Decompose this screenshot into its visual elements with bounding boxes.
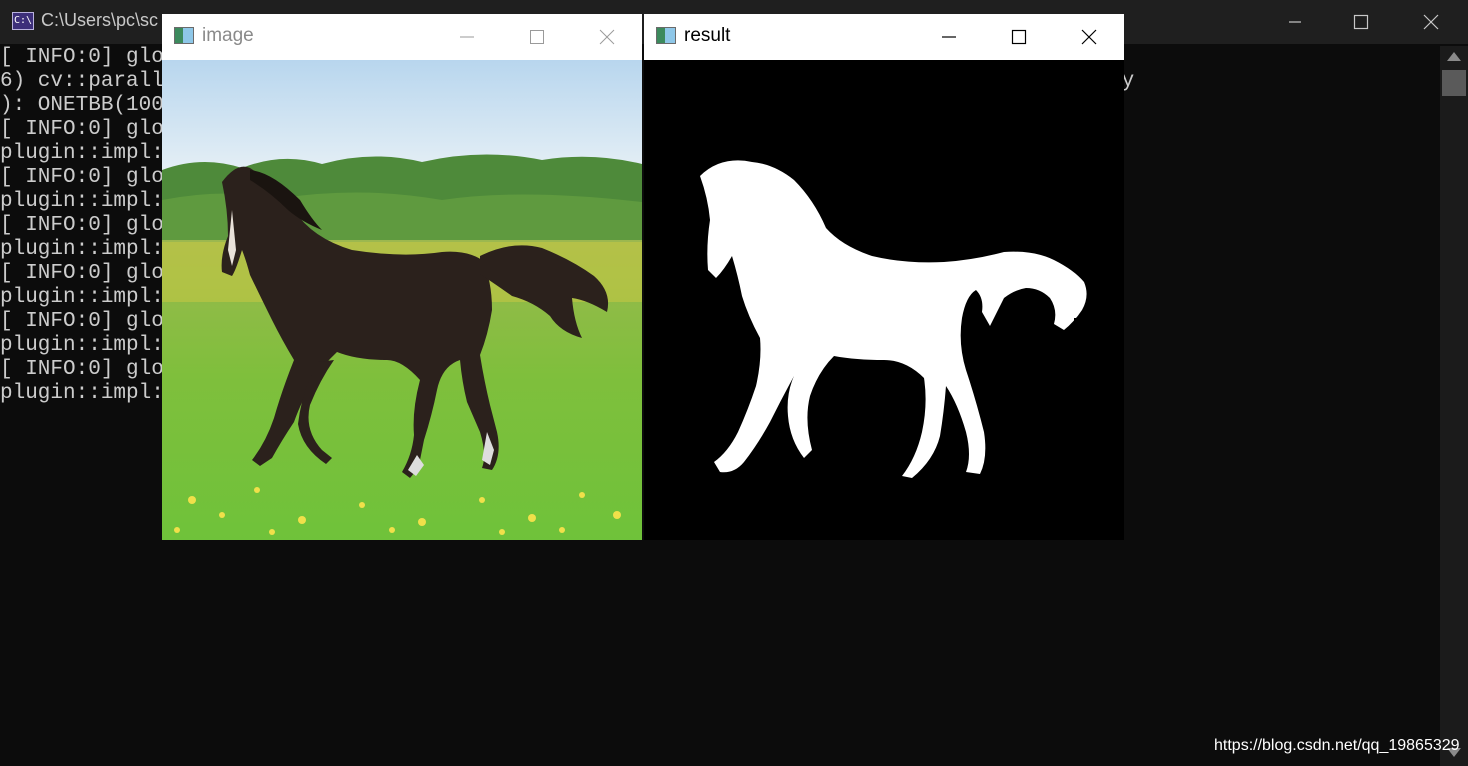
image-minimize-button[interactable] bbox=[432, 14, 502, 60]
maximize-icon bbox=[1011, 29, 1027, 45]
console-scrollbar[interactable] bbox=[1440, 46, 1468, 766]
result-window-title: result bbox=[684, 25, 731, 46]
minimize-icon bbox=[942, 36, 956, 38]
close-icon bbox=[599, 29, 615, 45]
scroll-thumb[interactable] bbox=[1442, 70, 1466, 96]
result-minimize-button[interactable] bbox=[914, 14, 984, 60]
console-close-button[interactable] bbox=[1398, 0, 1464, 44]
image-close-button[interactable] bbox=[572, 14, 642, 60]
image-window-titlebar[interactable]: image bbox=[162, 14, 642, 60]
image-window-title: image bbox=[202, 25, 254, 46]
result-close-button[interactable] bbox=[1054, 14, 1124, 60]
horse-mask-image bbox=[644, 60, 1124, 540]
maximize-icon bbox=[1353, 14, 1369, 30]
minimize-icon bbox=[1289, 21, 1301, 23]
result-window[interactable]: result bbox=[644, 14, 1124, 540]
maximize-icon bbox=[530, 30, 544, 44]
window-app-icon bbox=[656, 27, 676, 44]
console-minimize-button[interactable] bbox=[1262, 0, 1328, 44]
minimize-icon bbox=[460, 36, 474, 38]
scroll-up-arrow-icon[interactable] bbox=[1447, 52, 1461, 61]
window-app-icon bbox=[174, 27, 194, 44]
image-window[interactable]: image bbox=[162, 14, 642, 540]
close-icon bbox=[1081, 29, 1097, 45]
close-icon bbox=[1423, 14, 1439, 30]
console-title: C:\Users\pc\sc bbox=[41, 10, 159, 30]
result-maximize-button[interactable] bbox=[984, 14, 1054, 60]
image-maximize-button[interactable] bbox=[502, 14, 572, 60]
horse-photo bbox=[162, 60, 642, 540]
watermark: https://blog.csdn.net/qq_19865329 bbox=[1214, 737, 1460, 754]
result-window-titlebar[interactable]: result bbox=[644, 14, 1124, 60]
console-app-icon: C:\ bbox=[12, 12, 34, 30]
console-maximize-button[interactable] bbox=[1328, 0, 1394, 44]
